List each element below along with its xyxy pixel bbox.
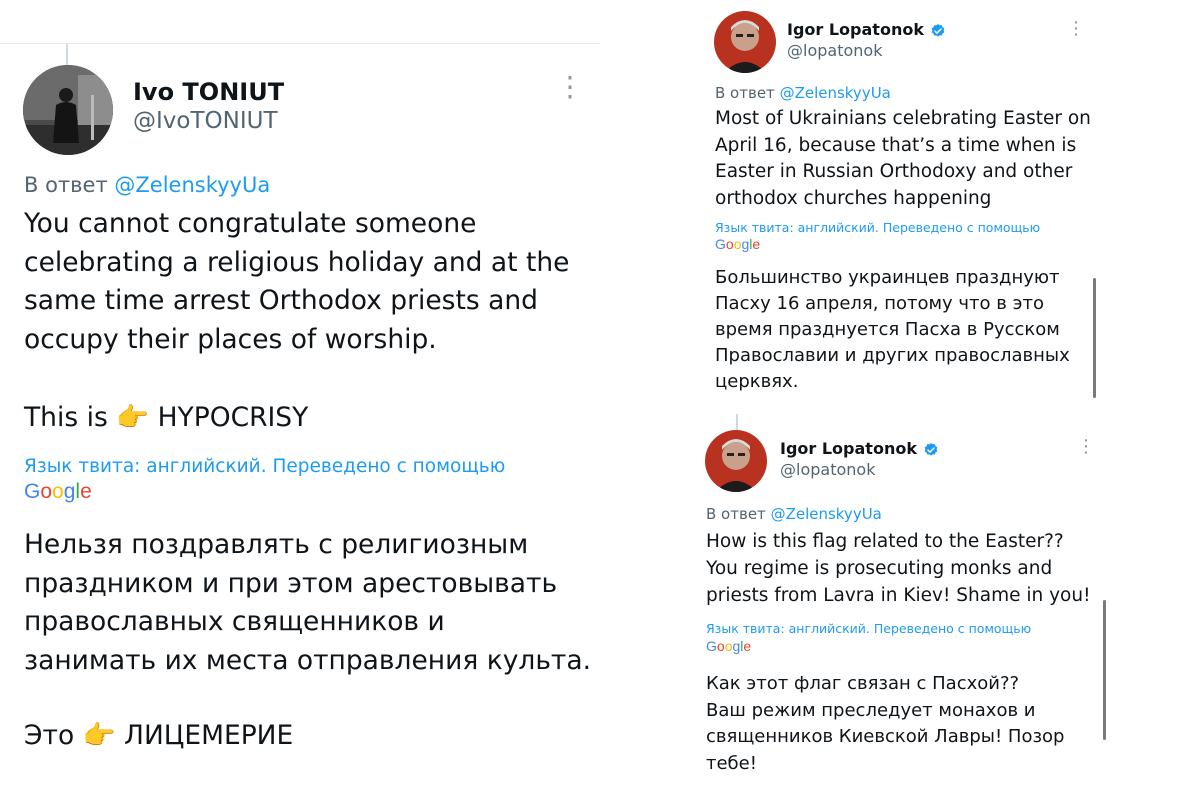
translation-note[interactable]: Язык твита: английский. Переведено с пом…: [24, 456, 505, 477]
reply-prefix: В ответ: [715, 84, 775, 102]
thread-connector: [66, 44, 68, 66]
reply-prefix: В ответ: [706, 505, 766, 523]
author-handle[interactable]: @lopatonok: [787, 41, 882, 60]
reply-mention-link[interactable]: @ZelenskyyUa: [771, 505, 882, 523]
avatar-photo-icon: [714, 11, 776, 73]
google-logo: Google: [24, 480, 92, 503]
reply-prefix: В ответ: [24, 173, 108, 197]
avatar-ivo[interactable]: [23, 65, 113, 155]
reply-mention-link[interactable]: @ZelenskyyUa: [780, 84, 891, 102]
emphasis-english: This is 👉 HYPOCRISY: [24, 400, 308, 436]
avatar-photo-icon: [23, 65, 113, 155]
emphasis-word: HYPOCRISY: [157, 402, 309, 433]
author-name[interactable]: Ivo TONIUT: [133, 78, 284, 106]
emphasis-prefix-ru: Это: [24, 720, 75, 751]
tweet-text-english: Most of Ukrainians celebrating Easter on…: [715, 108, 1091, 209]
avatar-igor[interactable]: [705, 430, 767, 492]
verified-badge-icon: [924, 442, 937, 456]
google-logo: Google: [706, 638, 752, 654]
scrollbar[interactable]: [1103, 600, 1106, 740]
more-options-icon[interactable]: ⋮: [556, 73, 584, 101]
pointing-right-emoji-icon: 👉: [82, 720, 116, 751]
author-name-text: Igor Lopatonok: [787, 20, 924, 39]
emphasis-russian: Это 👉 ЛИЦЕМЕРИЕ: [24, 718, 293, 754]
tweet-text-russian: Нельзя поздравлять с религиозным праздни…: [24, 529, 592, 676]
author-name[interactable]: Igor Lopatonok: [787, 20, 946, 39]
tweet-text-english: You cannot congratulate someone celebrat…: [24, 208, 570, 355]
reply-context: В ответ @ZelenskyyUa: [24, 173, 270, 197]
google-logo: Google: [715, 236, 761, 252]
reply-context: В ответ @ZelenskyyUa: [715, 84, 891, 102]
author-name[interactable]: Igor Lopatonok: [780, 439, 939, 458]
avatar-igor[interactable]: [714, 11, 776, 73]
translation-note[interactable]: Язык твита: английский. Переведено с пом…: [706, 621, 1031, 636]
avatar-photo-icon: [705, 430, 767, 492]
top-divider: [0, 43, 600, 44]
tweet-text-english: How is this flag related to the Easter??…: [706, 531, 1091, 606]
author-name-text: Igor Lopatonok: [780, 439, 917, 458]
emphasis-prefix: This is: [24, 402, 108, 433]
scrollbar[interactable]: [1093, 278, 1096, 398]
pointing-right-emoji-icon: 👉: [116, 402, 150, 433]
reply-mention-link[interactable]: @ZelenskyyUa: [114, 173, 270, 197]
author-handle[interactable]: @lopatonok: [780, 460, 875, 479]
tweet-text-russian: Как этот флаг связан с Пасхой?? Ваш режи…: [706, 673, 1065, 774]
translation-note[interactable]: Язык твита: английский. Переведено с пом…: [715, 220, 1040, 235]
more-options-icon[interactable]: ⋮: [1067, 20, 1085, 38]
author-handle[interactable]: @IvoTONIUT: [133, 108, 278, 134]
tweet-text-russian: Большинство украинцев празднуют Пасху 16…: [715, 267, 1070, 392]
verified-badge-icon: [931, 23, 944, 37]
reply-context: В ответ @ZelenskyyUa: [706, 505, 882, 523]
emphasis-word-ru: ЛИЦЕМЕРИЕ: [124, 720, 294, 751]
more-options-icon[interactable]: ⋮: [1077, 438, 1095, 456]
